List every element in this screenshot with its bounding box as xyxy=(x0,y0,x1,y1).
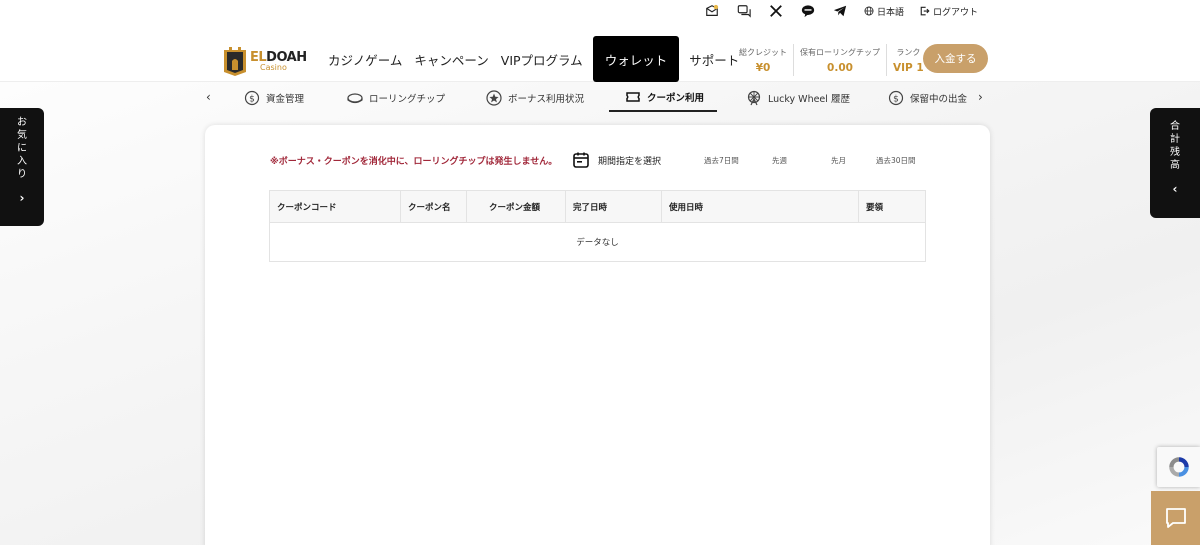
chat-bubble-icon[interactable] xyxy=(736,3,752,19)
subtabs-prev-arrow[interactable]: ‹ xyxy=(206,90,211,104)
coupon-table: クーポンコード クーポン名 クーポン金額 完了日時 使用日時 要領 データなし xyxy=(269,190,926,262)
stat-value: VIP 1 xyxy=(893,61,924,74)
deposit-button[interactable]: 入金する xyxy=(923,44,988,73)
site-logo[interactable]: ELDOAH Casino xyxy=(223,46,307,76)
top-utility-bar: 日本語 ログアウト xyxy=(0,0,1200,22)
empty-state-text: データなし xyxy=(576,238,619,248)
tab-lucky-wheel-history[interactable]: Lucky Wheel 履歴 xyxy=(746,84,850,112)
castle-logo-icon xyxy=(223,46,247,76)
chevron-right-icon: › xyxy=(19,191,25,205)
tab-label: クーポン利用 xyxy=(647,93,705,104)
stat-label: 保有ローリングチップ xyxy=(800,47,880,57)
tab-rolling-chip[interactable]: ローリングチップ xyxy=(347,84,445,112)
favorites-side-tab[interactable]: お気に入り › xyxy=(0,108,44,226)
recaptcha-icon xyxy=(1168,457,1189,477)
period-select-button[interactable]: 期間指定を選択 xyxy=(572,151,661,169)
tab-label: 資金管理 xyxy=(266,94,305,105)
x-twitter-icon[interactable] xyxy=(768,3,784,19)
nav-vip-program[interactable]: VIPプログラム xyxy=(495,36,589,82)
star-badge-icon xyxy=(486,90,502,106)
col-coupon-code: クーポンコード xyxy=(270,191,401,222)
bonus-notice-text: ※ボーナス・クーポンを消化中に、ローリングチップは発生しません。 xyxy=(270,157,558,167)
recaptcha-badge[interactable] xyxy=(1157,447,1200,487)
filter-last-30-days[interactable]: 過去30日間 xyxy=(876,155,916,166)
stat-value: 0.00 xyxy=(827,61,853,74)
mail-icon[interactable] xyxy=(704,3,720,19)
live-chat-button[interactable] xyxy=(1151,491,1200,545)
coupon-usage-panel: ※ボーナス・クーポンを消化中に、ローリングチップは発生しません。 期間指定を選択… xyxy=(205,125,990,545)
main-nav: カジノゲーム キャンペーン VIPプログラム ウォレット サポート xyxy=(322,36,745,82)
stat-total-credit: 総クレジット ¥0 xyxy=(733,44,794,76)
chip-icon xyxy=(347,93,363,104)
chat-icon xyxy=(1165,508,1186,528)
logout-icon xyxy=(920,6,930,16)
col-completed-at: 完了日時 xyxy=(566,191,662,222)
tab-pending-withdrawal[interactable]: $ 保留中の出金 xyxy=(888,84,967,112)
total-balance-label: 合計残高 xyxy=(1170,121,1180,171)
filter-last-week[interactable]: 先週 xyxy=(772,155,787,166)
language-label: 日本語 xyxy=(876,7,904,18)
period-select-label: 期間指定を選択 xyxy=(598,156,662,167)
nav-casino-games[interactable]: カジノゲーム xyxy=(322,36,408,82)
ferris-wheel-icon xyxy=(747,90,761,106)
stat-label: 総クレジット xyxy=(739,47,787,57)
filter-last-month[interactable]: 先月 xyxy=(831,155,846,166)
total-balance-side-tab[interactable]: 合計残高 ‹ xyxy=(1150,108,1200,218)
language-selector[interactable]: 日本語 xyxy=(864,5,904,18)
nav-wallet[interactable]: ウォレット xyxy=(592,36,680,82)
subtabs-next-arrow[interactable]: › xyxy=(978,90,983,104)
filter-last-7-days[interactable]: 過去7日間 xyxy=(704,155,739,166)
tab-coupon-usage[interactable]: クーポン利用 xyxy=(609,84,717,112)
tab-label: Lucky Wheel 履歴 xyxy=(768,94,850,105)
logo-text-casino: Casino xyxy=(260,62,287,72)
logout-label: ログアウト xyxy=(932,7,978,18)
col-used-at: 使用日時 xyxy=(662,191,859,222)
tab-label: ローリングチップ xyxy=(369,94,446,105)
stat-value: ¥0 xyxy=(755,61,771,74)
svg-text:$: $ xyxy=(249,94,255,104)
stat-label: ランク xyxy=(896,47,921,57)
nav-campaign[interactable]: キャンペーン xyxy=(408,36,494,82)
coin-dollar-icon: $ xyxy=(888,90,904,106)
line-icon[interactable] xyxy=(800,3,816,19)
col-details: 要領 xyxy=(866,202,884,213)
stat-rolling-chips: 保有ローリングチップ 0.00 xyxy=(794,44,887,76)
ticket-icon xyxy=(626,92,640,102)
coin-dollar-icon: $ xyxy=(244,90,260,106)
chevron-left-icon: ‹ xyxy=(1172,182,1178,196)
main-header: ELDOAH Casino カジノゲーム キャンペーン VIPプログラム ウォレ… xyxy=(0,22,1200,82)
svg-text:$: $ xyxy=(893,94,899,104)
account-stats: 総クレジット ¥0 保有ローリングチップ 0.00 ランク VIP 1 xyxy=(733,44,930,76)
tab-fund-management[interactable]: $ 資金管理 xyxy=(244,84,304,112)
calendar-icon xyxy=(573,152,589,168)
col-coupon-amount: クーポン金額 xyxy=(467,191,566,222)
telegram-icon[interactable] xyxy=(832,3,848,19)
globe-icon xyxy=(864,6,874,16)
tab-label: ボーナス利用状況 xyxy=(508,94,585,105)
col-coupon-name: クーポン名 xyxy=(401,191,467,222)
tab-bonus-status[interactable]: ボーナス利用状況 xyxy=(486,84,584,112)
wallet-subtabs: ‹ $ 資金管理 ローリングチップ ボーナス利用状況 クーポン利用 Lucky … xyxy=(0,84,1200,112)
table-header: クーポンコード クーポン名 クーポン金額 完了日時 使用日時 要領 xyxy=(270,191,925,223)
tab-label: 保留中の出金 xyxy=(910,94,968,105)
favorites-label: お気に入り xyxy=(17,117,27,180)
logout-link[interactable]: ログアウト xyxy=(920,5,978,18)
